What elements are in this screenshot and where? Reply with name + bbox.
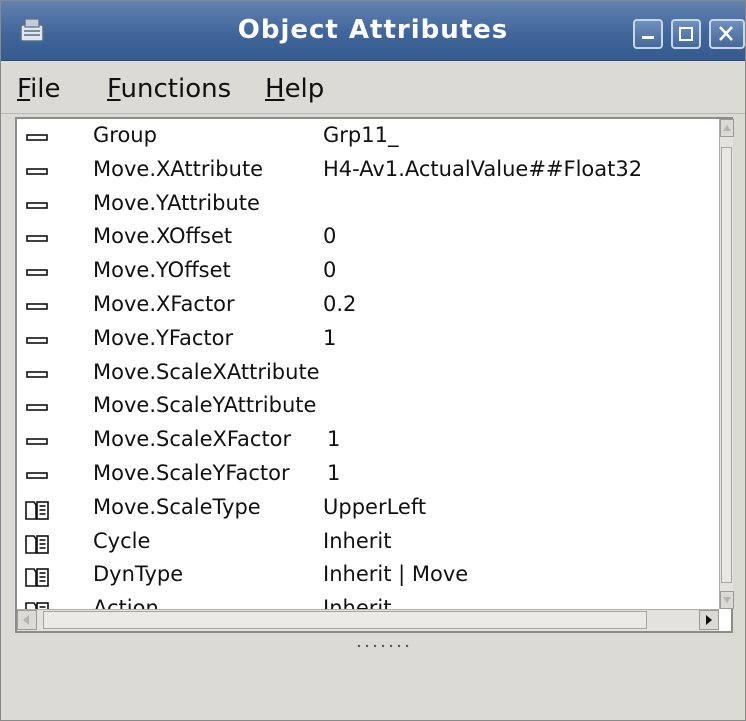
resize-grip-icon[interactable] xyxy=(357,643,417,649)
menu-help[interactable]: Help xyxy=(265,74,324,104)
close-icon xyxy=(719,26,733,41)
attribute-row[interactable]: Move.YFactor 1 xyxy=(17,324,717,357)
attribute-value[interactable]: 0.2 xyxy=(323,292,356,316)
attribute-row[interactable]: Move.XAttribute H4-Av1.ActualValue##Float… xyxy=(17,155,717,188)
attribute-icon xyxy=(23,226,53,252)
attribute-value[interactable]: Inherit xyxy=(323,529,391,553)
attribute-value[interactable]: 0 xyxy=(323,224,336,248)
scroll-right-button[interactable] xyxy=(699,610,719,630)
maximize-button[interactable] xyxy=(671,19,701,49)
attribute-name: Move.XOffset xyxy=(93,224,233,249)
vertical-scrollbar[interactable] xyxy=(719,119,734,609)
close-button[interactable] xyxy=(709,19,745,49)
menu-file-mnemonic: F xyxy=(17,74,31,104)
menu-bar: File Functions Help xyxy=(1,62,745,114)
attribute-name: Move.XAttribute xyxy=(93,156,264,181)
enum-icon xyxy=(23,531,53,557)
attribute-row[interactable]: Move.XOffset 0 xyxy=(17,222,717,255)
attribute-row[interactable]: Move.YAttribute xyxy=(17,189,717,222)
attribute-name: Move.YFactor xyxy=(93,325,234,350)
attribute-icon xyxy=(23,125,53,151)
attribute-name: Move.YAttribute xyxy=(93,190,260,215)
attribute-name: Move.YOffset xyxy=(93,258,231,283)
attribute-name: Move.XFactor xyxy=(93,292,235,316)
scroll-down-icon xyxy=(723,597,731,603)
attribute-name: Move.ScaleYFactor xyxy=(93,461,290,485)
attribute-row[interactable]: Move.YOffset 0 xyxy=(17,256,717,289)
attribute-name: Move.ScaleYAttribute xyxy=(93,393,317,418)
attribute-icon xyxy=(23,193,53,219)
attribute-icon xyxy=(23,429,53,455)
attribute-value[interactable]: H4-Av1.ActualValue##Float32 xyxy=(323,157,642,181)
menu-file-label: ile xyxy=(30,74,61,104)
minimize-icon xyxy=(642,36,654,39)
attribute-icon xyxy=(23,395,53,421)
attribute-name: Cycle xyxy=(93,528,151,553)
attribute-row[interactable]: Move.ScaleXFactor 1 xyxy=(17,425,717,458)
scroll-right-icon xyxy=(706,615,712,625)
scroll-up-button[interactable] xyxy=(720,119,734,137)
attribute-value[interactable]: 1 xyxy=(327,461,340,485)
attribute-value[interactable]: 0 xyxy=(323,258,336,282)
menu-help-label: elp xyxy=(284,74,325,104)
scroll-left-button[interactable] xyxy=(17,610,37,630)
scroll-down-button[interactable] xyxy=(720,591,734,609)
attribute-icon xyxy=(23,362,53,388)
attribute-row[interactable]: Cycle Inherit xyxy=(17,527,717,560)
attribute-value[interactable]: Inherit | Move xyxy=(323,562,468,586)
enum-icon xyxy=(23,497,53,523)
attribute-icon xyxy=(23,159,53,185)
attribute-row[interactable]: Move.ScaleYFactor 1 xyxy=(17,459,717,492)
attribute-row[interactable]: DynType Inherit | Move xyxy=(17,560,717,593)
attribute-name: Move.ScaleXAttribute xyxy=(93,359,320,384)
scroll-left-icon xyxy=(23,615,29,625)
attribute-row[interactable]: Move.ScaleType UpperLeft xyxy=(17,493,717,526)
attribute-list[interactable]: Group Grp11_ Move.XAttribute H4-Av1.ActualV… xyxy=(15,117,734,633)
enum-icon xyxy=(23,564,53,590)
menu-functions-mnemonic: F xyxy=(107,74,121,104)
attribute-name: DynType xyxy=(93,562,184,587)
menu-functions[interactable]: Functions xyxy=(107,74,231,104)
attribute-icon xyxy=(23,294,53,320)
attribute-value[interactable]: 1 xyxy=(323,326,336,350)
vertical-scroll-thumb[interactable] xyxy=(721,147,732,583)
title-bar[interactable]: Object Attributes xyxy=(1,1,745,61)
horizontal-scroll-thumb[interactable] xyxy=(43,611,647,629)
maximize-icon xyxy=(679,27,693,41)
menu-help-mnemonic: H xyxy=(265,74,285,104)
attribute-row[interactable]: Move.ScaleYAttribute xyxy=(17,391,717,424)
menu-functions-label: unctions xyxy=(120,74,232,104)
attribute-icon xyxy=(23,463,53,489)
object-attributes-window: Object Attributes File Functions Help Gr… xyxy=(0,0,746,721)
attribute-value[interactable]: UpperLeft xyxy=(323,495,426,519)
horizontal-scrollbar[interactable] xyxy=(17,609,719,631)
attribute-name: Move.ScaleType xyxy=(93,494,261,519)
attribute-value[interactable]: Grp11_ xyxy=(323,123,398,147)
attribute-row[interactable]: Group Grp11_ xyxy=(17,121,717,154)
attribute-name: Move.ScaleXFactor xyxy=(93,427,292,452)
attribute-name: Group xyxy=(93,123,157,147)
attribute-value[interactable]: 1 xyxy=(327,427,340,451)
attribute-icon xyxy=(23,328,53,354)
attribute-row[interactable]: Move.XFactor 0.2 xyxy=(17,290,717,323)
scroll-up-icon xyxy=(723,125,731,131)
attribute-icon xyxy=(23,260,53,286)
minimize-button[interactable] xyxy=(633,19,663,49)
attribute-row[interactable]: Move.ScaleXAttribute xyxy=(17,358,717,391)
menu-file[interactable]: File xyxy=(17,74,61,104)
